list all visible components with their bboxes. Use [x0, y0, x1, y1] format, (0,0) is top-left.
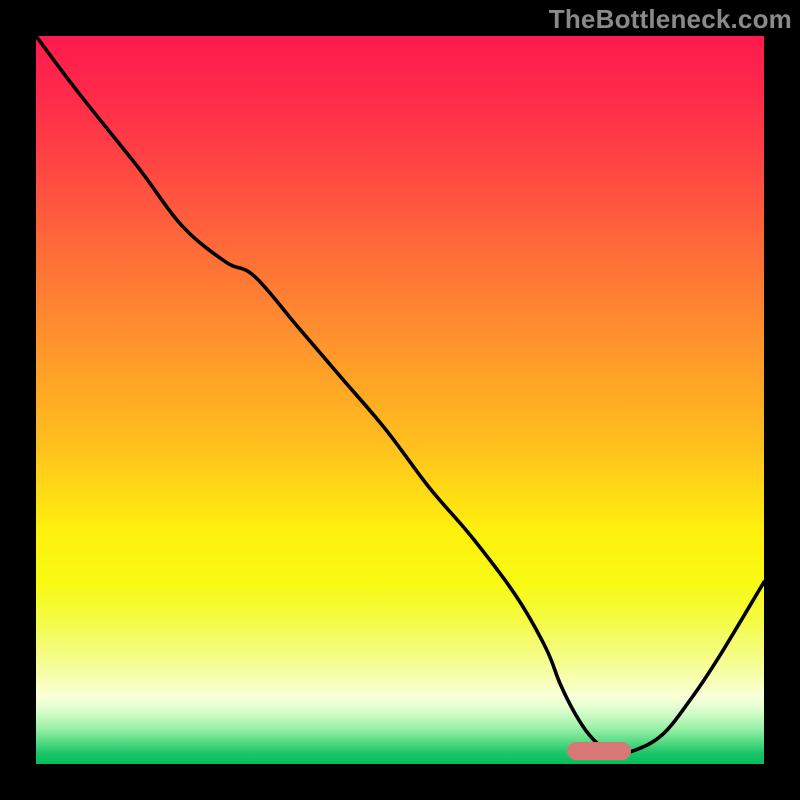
plot-area — [36, 36, 764, 764]
curve-svg — [36, 36, 764, 764]
chart-frame: TheBottleneck.com — [0, 0, 800, 800]
watermark-text: TheBottleneck.com — [549, 4, 792, 35]
bottleneck-curve — [36, 36, 764, 752]
optimal-range-marker — [567, 742, 631, 760]
